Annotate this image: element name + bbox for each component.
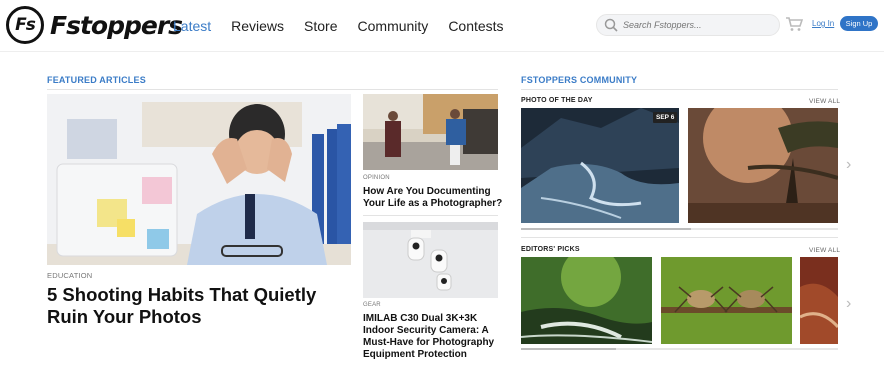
nav-store[interactable]: Store <box>304 18 337 34</box>
editors-picks-view-all[interactable]: VIEW ALL <box>809 247 840 254</box>
logo-text: Fstoppers <box>50 10 183 40</box>
editors-pick-image-2[interactable] <box>661 257 792 344</box>
featured-side-category-1: OPINION <box>363 175 390 181</box>
editors-pick-image-1[interactable] <box>521 257 652 344</box>
photo-of-day-image-1[interactable]: SEP 6 <box>521 108 679 223</box>
featured-main-headline[interactable]: 5 Shooting Habits That Quietly Ruin Your… <box>47 284 347 328</box>
featured-side-category-2: GEAR <box>363 302 381 308</box>
cart-icon[interactable] <box>785 16 803 32</box>
nav-contests[interactable]: Contests <box>448 18 503 34</box>
security-camera-illustration <box>363 222 498 298</box>
logo-mark: Fs <box>6 6 44 44</box>
nav-community[interactable]: Community <box>358 18 429 34</box>
signup-button[interactable]: Sign Up <box>840 16 878 31</box>
photo-of-day-label: PHOTO OF THE DAY <box>521 97 593 104</box>
logo[interactable]: Fs Fstoppers <box>6 6 183 44</box>
featured-side-headline-1[interactable]: How Are You Documenting Your Life as a P… <box>363 186 503 210</box>
featured-side-divider <box>363 215 498 216</box>
main-nav: Latest Reviews Store Community Contests <box>173 18 524 34</box>
canyon-photo <box>800 257 838 344</box>
search-bar[interactable] <box>596 14 780 36</box>
featured-divider <box>47 89 498 90</box>
photo-of-day-next-icon[interactable]: › <box>846 156 851 174</box>
photo-date-badge: SEP 6 <box>653 112 678 123</box>
street-photo-illustration <box>363 94 498 170</box>
nav-latest[interactable]: Latest <box>173 18 211 34</box>
featured-main-image[interactable] <box>47 94 351 265</box>
community-divider-2 <box>521 237 838 238</box>
community-divider <box>521 89 838 90</box>
login-link[interactable]: Log In <box>812 19 834 28</box>
photo-of-day-image-2[interactable] <box>688 108 838 223</box>
photo-of-day-view-all[interactable]: VIEW ALL <box>809 98 840 105</box>
editors-pick-image-3[interactable] <box>800 257 838 344</box>
featured-main-category: EDUCATION <box>47 271 93 280</box>
featured-side-headline-2[interactable]: IMILAB C30 Dual 3K+3K Indoor Security Ca… <box>363 313 498 361</box>
tree-photo <box>688 108 838 223</box>
forest-stream-photo <box>521 257 652 344</box>
featured-side-image-2[interactable] <box>363 222 498 298</box>
featured-side-image-1[interactable] <box>363 94 498 170</box>
search-icon <box>604 18 618 32</box>
editors-picks-label: EDITORS' PICKS <box>521 246 580 253</box>
featured-main-illustration <box>47 94 351 265</box>
search-input[interactable] <box>623 20 773 30</box>
photo-of-day-scrollbar-thumb[interactable] <box>521 228 691 230</box>
editors-picks-scrollbar-thumb[interactable] <box>521 348 616 350</box>
waterfall-photo <box>521 108 679 223</box>
nav-reviews[interactable]: Reviews <box>231 18 284 34</box>
community-section-title: FSTOPPERS COMMUNITY <box>521 75 638 85</box>
editors-picks-next-icon[interactable]: › <box>846 295 851 313</box>
top-bar: Fs Fstoppers Latest Reviews Store Commun… <box>0 0 884 52</box>
featured-section-title: FEATURED ARTICLES <box>47 75 146 85</box>
spiders-macro-photo <box>661 257 792 344</box>
